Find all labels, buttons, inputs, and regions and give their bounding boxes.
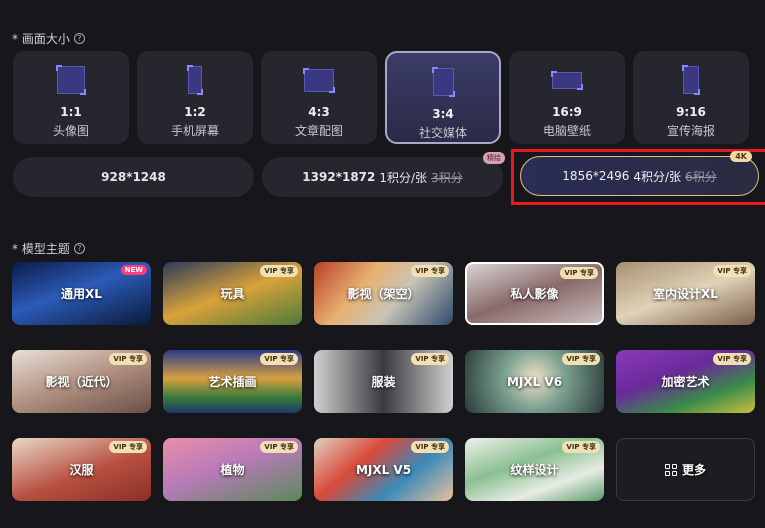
vip-badge: VIP 专享 [260, 353, 298, 365]
vip-badge: VIP 专享 [411, 441, 449, 453]
help-icon[interactable]: ? [73, 243, 85, 254]
model-name: 服装 [371, 375, 396, 389]
model-name: 艺术插画 [208, 375, 257, 389]
model-name: 植物 [220, 463, 245, 477]
aspect-ratio-options: 1:1 头像图 1:2 手机屏幕 4:3 文章配图 3:4 社交媒体 16:9 … [13, 51, 749, 144]
ratio-label: 手机屏幕 [170, 124, 219, 138]
vip-badge: VIP 专享 [411, 265, 449, 277]
canvas-size-title-text: * 画面大小 [12, 32, 70, 46]
model-name: 私人影像 [510, 287, 559, 301]
new-badge: NEW [120, 265, 147, 275]
vip-badge: VIP 专享 [713, 353, 751, 365]
quality-tag: 精绘 [483, 152, 505, 164]
vip-badge: VIP 专享 [562, 353, 600, 365]
ratio-option-1-1[interactable]: 1:1 头像图 [13, 51, 129, 144]
ratio-value: 1:2 [184, 105, 206, 119]
ratio-label: 电脑壁纸 [542, 124, 591, 138]
model-name: 室内设计XL [653, 287, 718, 301]
vip-badge: VIP 专享 [713, 265, 751, 277]
ratio-portrait-icon [431, 67, 455, 97]
vip-badge: VIP 专享 [411, 353, 449, 365]
ratio-vertical-icon [682, 65, 700, 95]
ratio-label: 社交媒体 [418, 126, 467, 140]
model-card-hanfu[interactable]: VIP 专享 汉服 [12, 438, 151, 501]
vip-badge: VIP 专享 [560, 267, 598, 279]
ratio-value: 9:16 [676, 105, 706, 119]
resolution-size: 1856*2496 [562, 169, 630, 183]
resolution-option-1856x2496[interactable]: 1856*2496 4积分/张 6积分 4K [520, 151, 759, 196]
ratio-square-icon [56, 65, 86, 95]
model-card-clothing[interactable]: VIP 专享 服装 [314, 350, 453, 413]
resolution-size: 1392*1872 [302, 170, 376, 184]
vip-badge: VIP 专享 [260, 265, 298, 277]
model-card-film-modern[interactable]: VIP 专享 影视（近代） [12, 350, 151, 413]
ratio-label: 文章配图 [294, 124, 343, 138]
model-card-mjxl-v5[interactable]: VIP 专享 MJXL V5 [314, 438, 453, 501]
model-name: MJXL V6 [506, 374, 563, 389]
vip-badge: VIP 专享 [109, 353, 147, 365]
model-name: 汉服 [69, 463, 94, 477]
ratio-value: 1:1 [60, 105, 82, 119]
model-name: 影视（近代） [45, 375, 118, 389]
model-row: VIP 专享 影视（近代） VIP 专享 艺术插画 VIP 专享 服装 VIP … [12, 350, 755, 413]
model-theme-grid: NEW 通用XL VIP 专享 玩具 VIP 专享 影视（架空） VIP 专享 … [12, 262, 755, 526]
model-card-interior-design-xl[interactable]: VIP 专享 室内设计XL [616, 262, 755, 325]
ratio-value: 4:3 [308, 105, 330, 119]
model-card-toy[interactable]: VIP 专享 玩具 [163, 262, 302, 325]
more-label: 更多 [681, 463, 706, 477]
ratio-option-1-2[interactable]: 1:2 手机屏幕 [137, 51, 253, 144]
resolution-old-price: 6积分 [685, 169, 717, 184]
help-icon[interactable]: ? [73, 33, 85, 44]
grid-icon [664, 463, 677, 476]
resolution-size: 928*1248 [101, 170, 166, 184]
vip-badge: VIP 专享 [562, 441, 600, 453]
resolution-option-928x1248[interactable]: 928*1248 [13, 157, 254, 197]
model-card-pattern-design[interactable]: VIP 专享 纹样设计 [465, 438, 604, 501]
vip-badge: VIP 专享 [260, 441, 298, 453]
ratio-wide-icon [551, 65, 583, 95]
canvas-size-section-title: * 画面大小 ? [12, 30, 85, 47]
ratio-tall-icon [187, 65, 203, 95]
model-name: 通用XL [61, 287, 102, 301]
model-name: 纹样设计 [510, 463, 559, 477]
model-row: VIP 专享 汉服 VIP 专享 植物 VIP 专享 MJXL V5 VIP 专… [12, 438, 755, 501]
model-card-general-xl[interactable]: NEW 通用XL [12, 262, 151, 325]
model-theme-title-text: * 模型主题 [12, 242, 70, 256]
resolution-option-1392x1872[interactable]: 1392*1872 1积分/张 3积分 精绘 [262, 152, 505, 197]
resolution-price: 1积分/张 [379, 170, 428, 185]
model-card-film-fictional[interactable]: VIP 专享 影视（架空） [314, 262, 453, 325]
model-card-plants[interactable]: VIP 专享 植物 [163, 438, 302, 501]
ratio-landscape-icon [303, 65, 335, 95]
ratio-option-9-16[interactable]: 9:16 宣传海报 [633, 51, 749, 144]
model-name: 玩具 [220, 287, 245, 301]
ratio-label: 头像图 [52, 124, 89, 138]
ratio-option-3-4[interactable]: 3:4 社交媒体 [385, 51, 501, 144]
vip-badge: VIP 专享 [109, 441, 147, 453]
model-card-private-portrait[interactable]: VIP 专享 私人影像 [465, 262, 604, 325]
model-name: 影视（架空） [347, 287, 420, 301]
ratio-label: 宣传海报 [666, 124, 715, 138]
ratio-value: 16:9 [552, 105, 582, 119]
resolution-options: 928*1248 1392*1872 1积分/张 3积分 精绘 1856*249… [13, 149, 765, 205]
ratio-option-16-9[interactable]: 16:9 电脑壁纸 [509, 51, 625, 144]
resolution-price: 4积分/张 [633, 169, 682, 184]
model-theme-section-title: * 模型主题 ? [12, 240, 85, 257]
model-card-mjxl-v6[interactable]: VIP 专享 MJXL V6 [465, 350, 604, 413]
ratio-option-4-3[interactable]: 4:3 文章配图 [261, 51, 377, 144]
4k-tag: 4K [730, 151, 752, 162]
model-name: MJXL V5 [355, 462, 412, 477]
model-card-crypto-art[interactable]: VIP 专享 加密艺术 [616, 350, 755, 413]
ratio-value: 3:4 [432, 107, 454, 121]
more-models-button[interactable]: 更多 [616, 438, 755, 501]
highlight-box: 1856*2496 4积分/张 6积分 4K [511, 149, 765, 205]
model-card-art-illustration[interactable]: VIP 专享 艺术插画 [163, 350, 302, 413]
model-row: NEW 通用XL VIP 专享 玩具 VIP 专享 影视（架空） VIP 专享 … [12, 262, 755, 325]
resolution-old-price: 3积分 [431, 170, 463, 185]
model-name: 加密艺术 [661, 375, 710, 389]
